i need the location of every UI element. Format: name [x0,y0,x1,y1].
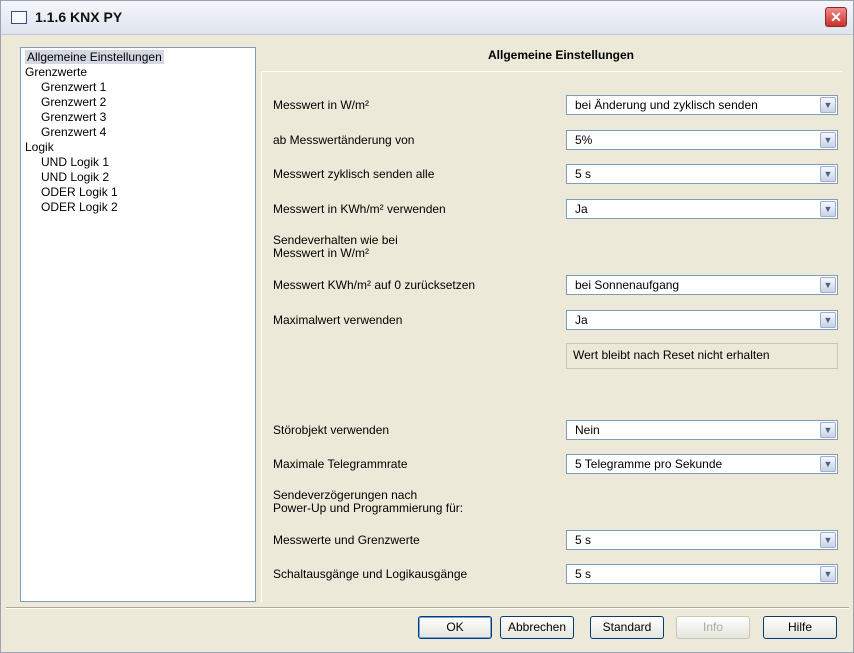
close-button[interactable]: ✕ [825,7,847,27]
select-value: 5 Telegramme pro Sekunde [575,457,723,471]
window-icon [11,11,27,24]
tree-item-grenzwert-1[interactable]: Grenzwert 1 [21,80,255,95]
close-icon: ✕ [830,9,842,25]
chevron-down-icon[interactable]: ▼ [820,97,836,113]
tree-item-grenzwert-3[interactable]: Grenzwert 3 [21,110,255,125]
settings-panel: Messwert in W/m² bei Änderung und zyklis… [261,71,842,602]
setting-label-maximalwert: Maximalwert verwenden [273,313,403,327]
dialog-body: Allgemeine Einstellungen Grenzwerte Gren… [6,38,849,652]
ok-button[interactable]: OK [418,616,492,639]
select-messwerte-grenzwerte[interactable]: 5 s ▼ [566,530,838,550]
select-value: bei Sonnenaufgang [575,278,680,292]
dialog-window: 1.1.6 KNX PY ✕ Allgemeine Einstellungen … [0,0,854,653]
chevron-down-icon[interactable]: ▼ [820,532,836,548]
select-value: 5 s [575,533,592,547]
chevron-down-icon[interactable]: ▼ [820,277,836,293]
select-schaltausgaenge[interactable]: 5 s ▼ [566,564,838,584]
select-kwh-zuruecksetzen[interactable]: bei Sonnenaufgang ▼ [566,275,838,295]
info-text-box: Wert bleibt nach Reset nicht erhalten [566,343,838,369]
tree-item-und-logik-2[interactable]: UND Logik 2 [21,170,255,185]
chevron-down-icon[interactable]: ▼ [820,132,836,148]
select-zyklisch-senden[interactable]: 5 s ▼ [566,164,838,184]
select-messwert-w[interactable]: bei Änderung und zyklisch senden ▼ [566,95,838,115]
tree-item-grenzwerte[interactable]: Grenzwerte [21,65,255,80]
setting-label-kwh-zuruecksetzen: Messwert KWh/m² auf 0 zurücksetzen [273,278,476,292]
info-button: Info [676,616,750,639]
tree-item-oder-logik-1[interactable]: ODER Logik 1 [21,185,255,200]
panel-title: Allgemeine Einstellungen [487,48,635,62]
select-telegrammrate[interactable]: 5 Telegramme pro Sekunde ▼ [566,454,838,474]
select-kwh-verwenden[interactable]: Ja ▼ [566,199,838,219]
chevron-down-icon[interactable]: ▼ [820,422,836,438]
window-title: 1.1.6 KNX PY [35,9,123,25]
setting-label-stoerobjekt: Störobjekt verwenden [273,423,390,437]
select-value: Ja [575,202,588,216]
help-button[interactable]: Hilfe [763,616,837,639]
setting-label-messwerte-grenzwerte: Messwerte und Grenzwerte [273,533,420,547]
select-stoerobjekt[interactable]: Nein ▼ [566,420,838,440]
select-value: bei Änderung und zyklisch senden [575,98,758,112]
tree-item-logik[interactable]: Logik [21,140,255,155]
button-divider [6,607,849,609]
cancel-button[interactable]: Abbrechen [500,616,574,639]
setting-label-zyklisch-senden: Messwert zyklisch senden alle [273,167,435,181]
title-bar[interactable]: 1.1.6 KNX PY ✕ [1,1,853,35]
select-messwertaenderung[interactable]: 5% ▼ [566,130,838,150]
chevron-down-icon[interactable]: ▼ [820,201,836,217]
chevron-down-icon[interactable]: ▼ [820,566,836,582]
select-value: Nein [575,423,600,437]
setting-label-messwert-w: Messwert in W/m² [273,98,369,112]
chevron-down-icon[interactable]: ▼ [820,456,836,472]
standard-button[interactable]: Standard [590,616,664,639]
tree-item-oder-logik-2[interactable]: ODER Logik 2 [21,200,255,215]
setting-label-sendeverzoegerungen: Sendeverzögerungen nach [273,488,418,502]
setting-label-sendeverhalten: Sendeverhalten wie bei [273,233,398,247]
setting-label-sendeverhalten-2: Messwert in W/m² [273,246,369,260]
select-maximalwert[interactable]: Ja ▼ [566,310,838,330]
setting-label-schaltausgaenge: Schaltausgänge und Logikausgänge [273,567,468,581]
chevron-down-icon[interactable]: ▼ [820,312,836,328]
setting-label-kwh-verwenden: Messwert in KWh/m² verwenden [273,202,446,216]
select-value: 5% [575,133,593,147]
setting-label-messwertaenderung: ab Messwertänderung von [273,133,415,147]
select-value: 5 s [575,567,592,581]
navigation-tree[interactable]: Allgemeine Einstellungen Grenzwerte Gren… [20,47,256,602]
select-value: Ja [575,313,588,327]
tree-item-und-logik-1[interactable]: UND Logik 1 [21,155,255,170]
chevron-down-icon[interactable]: ▼ [820,166,836,182]
tree-item-allgemeine-einstellungen[interactable]: Allgemeine Einstellungen [21,50,255,65]
select-value: 5 s [575,167,592,181]
tree-item-grenzwert-2[interactable]: Grenzwert 2 [21,95,255,110]
setting-label-sendeverzoegerungen-2: Power-Up und Programmierung für: [273,501,464,515]
setting-label-telegrammrate: Maximale Telegrammrate [273,457,408,471]
tree-item-grenzwert-4[interactable]: Grenzwert 4 [21,125,255,140]
